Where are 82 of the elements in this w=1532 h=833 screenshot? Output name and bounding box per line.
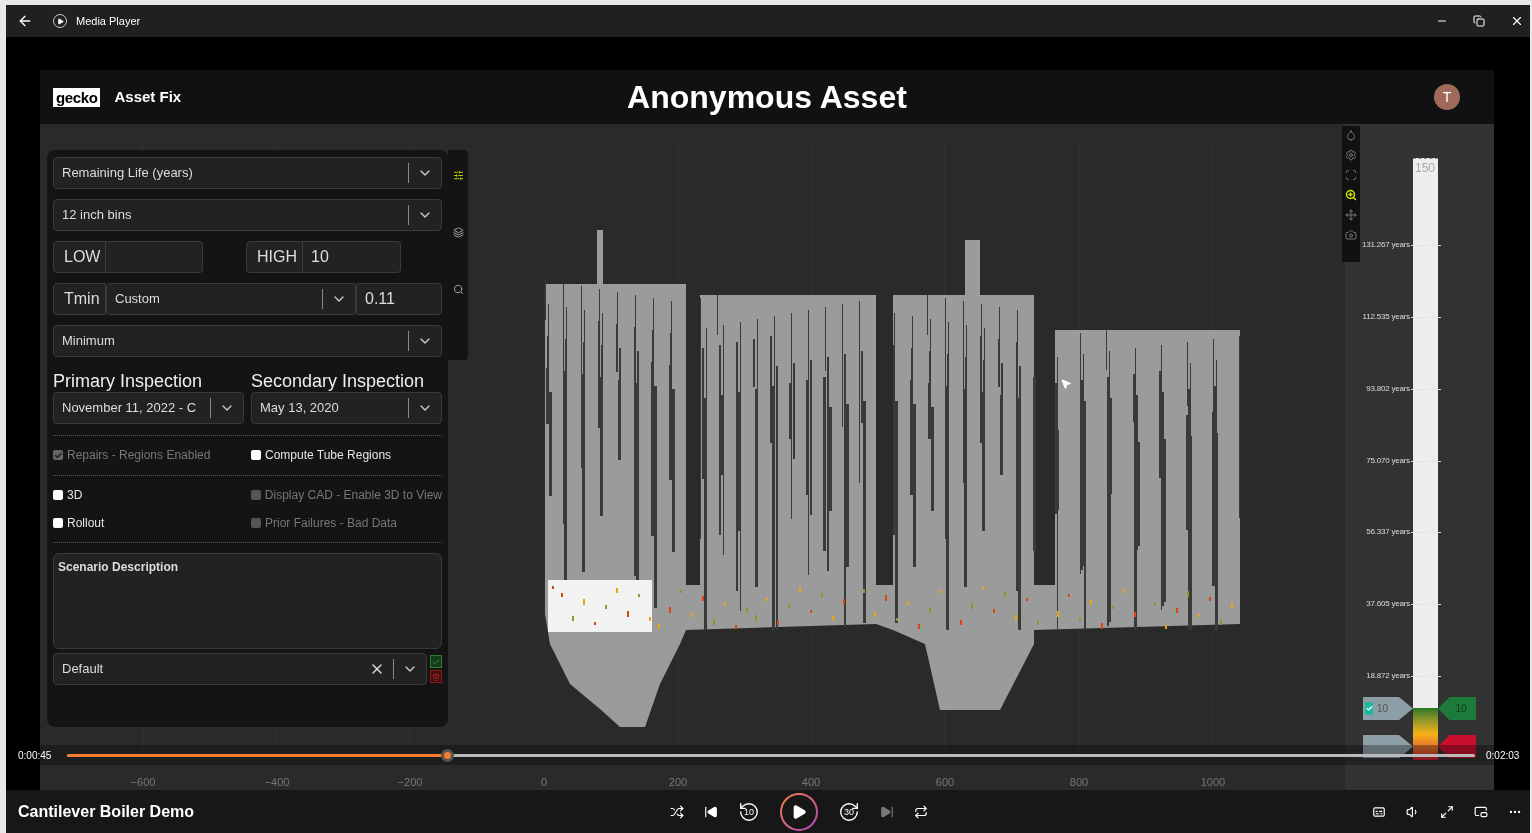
- axis-tick-label: −400: [264, 776, 290, 788]
- mini-player-icon[interactable]: [1474, 804, 1488, 819]
- description-field[interactable]: Scenario Description: [53, 553, 442, 649]
- close-icon[interactable]: [1510, 14, 1524, 28]
- threshold-value: 10: [1455, 702, 1467, 716]
- axis-tick-label: 1000: [1200, 776, 1226, 788]
- media-title: Cantilever Boiler Demo: [17, 801, 196, 822]
- tmin-dropdown[interactable]: Custom: [106, 283, 356, 315]
- checkbox-label: 3D: [67, 487, 83, 504]
- section-heading: Primary Inspection: [53, 370, 204, 392]
- checkbox-label: Compute Tube Regions: [265, 447, 392, 464]
- droplet-icon[interactable]: [1345, 129, 1357, 141]
- elapsed-time: 0:00:45: [17, 748, 53, 763]
- checkbox-label: Display CAD - Enable 3D to View: [264, 487, 442, 504]
- pan-icon[interactable]: [1345, 209, 1357, 221]
- tmin-input[interactable]: 0.11: [356, 283, 442, 315]
- search-icon[interactable]: [452, 284, 464, 295]
- forward-button[interactable]: 30: [838, 800, 860, 823]
- zoom-icon[interactable]: [1345, 189, 1357, 201]
- camera-icon[interactable]: [1345, 229, 1357, 241]
- logo: gecko: [53, 87, 101, 107]
- checkbox-label: Rollout: [67, 515, 105, 532]
- sliders-icon[interactable]: [452, 170, 464, 181]
- inspection-dropdown[interactable]: November 11, 2022 - C: [53, 392, 244, 424]
- section-heading: Secondary Inspection: [251, 370, 426, 392]
- colorbar-tick-label: 75.070 years: [1366, 455, 1410, 467]
- play-icon: [791, 803, 807, 820]
- replay-button[interactable]: 10: [738, 800, 760, 823]
- high-input[interactable]: 10: [303, 241, 401, 273]
- low-threshold-handle[interactable]: [1363, 735, 1413, 758]
- seek-track[interactable]: [67, 753, 1475, 757]
- repeat-icon[interactable]: [914, 804, 928, 819]
- settings-icon[interactable]: [1345, 149, 1357, 161]
- checkbox-label: Prior Failures - Bad Data: [265, 515, 398, 532]
- duration-time: 0:02:03: [1486, 748, 1520, 763]
- back-icon[interactable]: [17, 13, 33, 29]
- shuffle-icon[interactable]: [670, 804, 684, 819]
- colorbar-tick-label: 37.605 years: [1366, 598, 1410, 610]
- axis-tick-label: 0: [540, 776, 548, 788]
- checkbox[interactable]: [251, 450, 261, 460]
- field-label: HIGH: [246, 241, 303, 273]
- threshold-value: 10: [1377, 702, 1389, 716]
- aggregate-dropdown[interactable]: Minimum: [53, 325, 442, 357]
- checkbox[interactable]: [53, 518, 63, 528]
- restore-icon[interactable]: [1473, 15, 1485, 27]
- save-button[interactable]: [430, 655, 442, 668]
- colorbar-tick-label: 56.337 years: [1366, 526, 1410, 538]
- colorbar-tick-label: 18.872 years: [1366, 670, 1410, 682]
- cursor-icon: [1060, 377, 1072, 391]
- field-label: LOW: [53, 241, 106, 273]
- bins-dropdown[interactable]: 12 inch bins: [53, 199, 442, 231]
- checkbox-label: Repairs - Regions Enabled: [67, 447, 211, 464]
- axis-tick-label: 400: [801, 776, 821, 788]
- previous-icon[interactable]: [704, 804, 718, 819]
- colorbar-tick-label: 93.802 years: [1366, 383, 1410, 395]
- axis-tick-label: 200: [668, 776, 688, 788]
- page-title: Anonymous Asset: [626, 78, 908, 117]
- colorbar-max-label: 150: [1415, 160, 1436, 177]
- checkbox[interactable]: [1365, 702, 1373, 715]
- window-title: Media Player: [76, 13, 141, 29]
- axis-tick-label: 600: [935, 776, 955, 788]
- axis-tick-label: −600: [130, 776, 156, 788]
- colorbar-tick-label: 112.535 years: [1362, 311, 1410, 323]
- high-threshold-handle[interactable]: [1438, 735, 1476, 758]
- play-button[interactable]: [780, 792, 818, 831]
- layers-icon[interactable]: [452, 227, 464, 238]
- colorbar-tick-label: 131.267 years: [1361, 239, 1410, 251]
- metric-dropdown[interactable]: Remaining Life (years): [53, 157, 442, 189]
- checkbox[interactable]: [53, 490, 63, 500]
- check-icon: [432, 657, 440, 666]
- fullscreen-icon[interactable]: [1440, 804, 1454, 819]
- trash-icon: [432, 672, 440, 681]
- axis-tick-label: −200: [397, 776, 423, 788]
- app-name: Asset Fix: [114, 86, 182, 107]
- axis-tick-label: 800: [1069, 776, 1089, 788]
- scenario-dropdown[interactable]: Default: [53, 653, 427, 685]
- field-label: Tmin: [53, 283, 106, 315]
- avatar[interactable]: T: [1434, 84, 1460, 110]
- captions-icon[interactable]: [1372, 804, 1386, 819]
- inspection-dropdown[interactable]: May 13, 2020: [251, 392, 442, 424]
- low-input[interactable]: [106, 241, 203, 273]
- autoscale-icon[interactable]: [1345, 169, 1357, 181]
